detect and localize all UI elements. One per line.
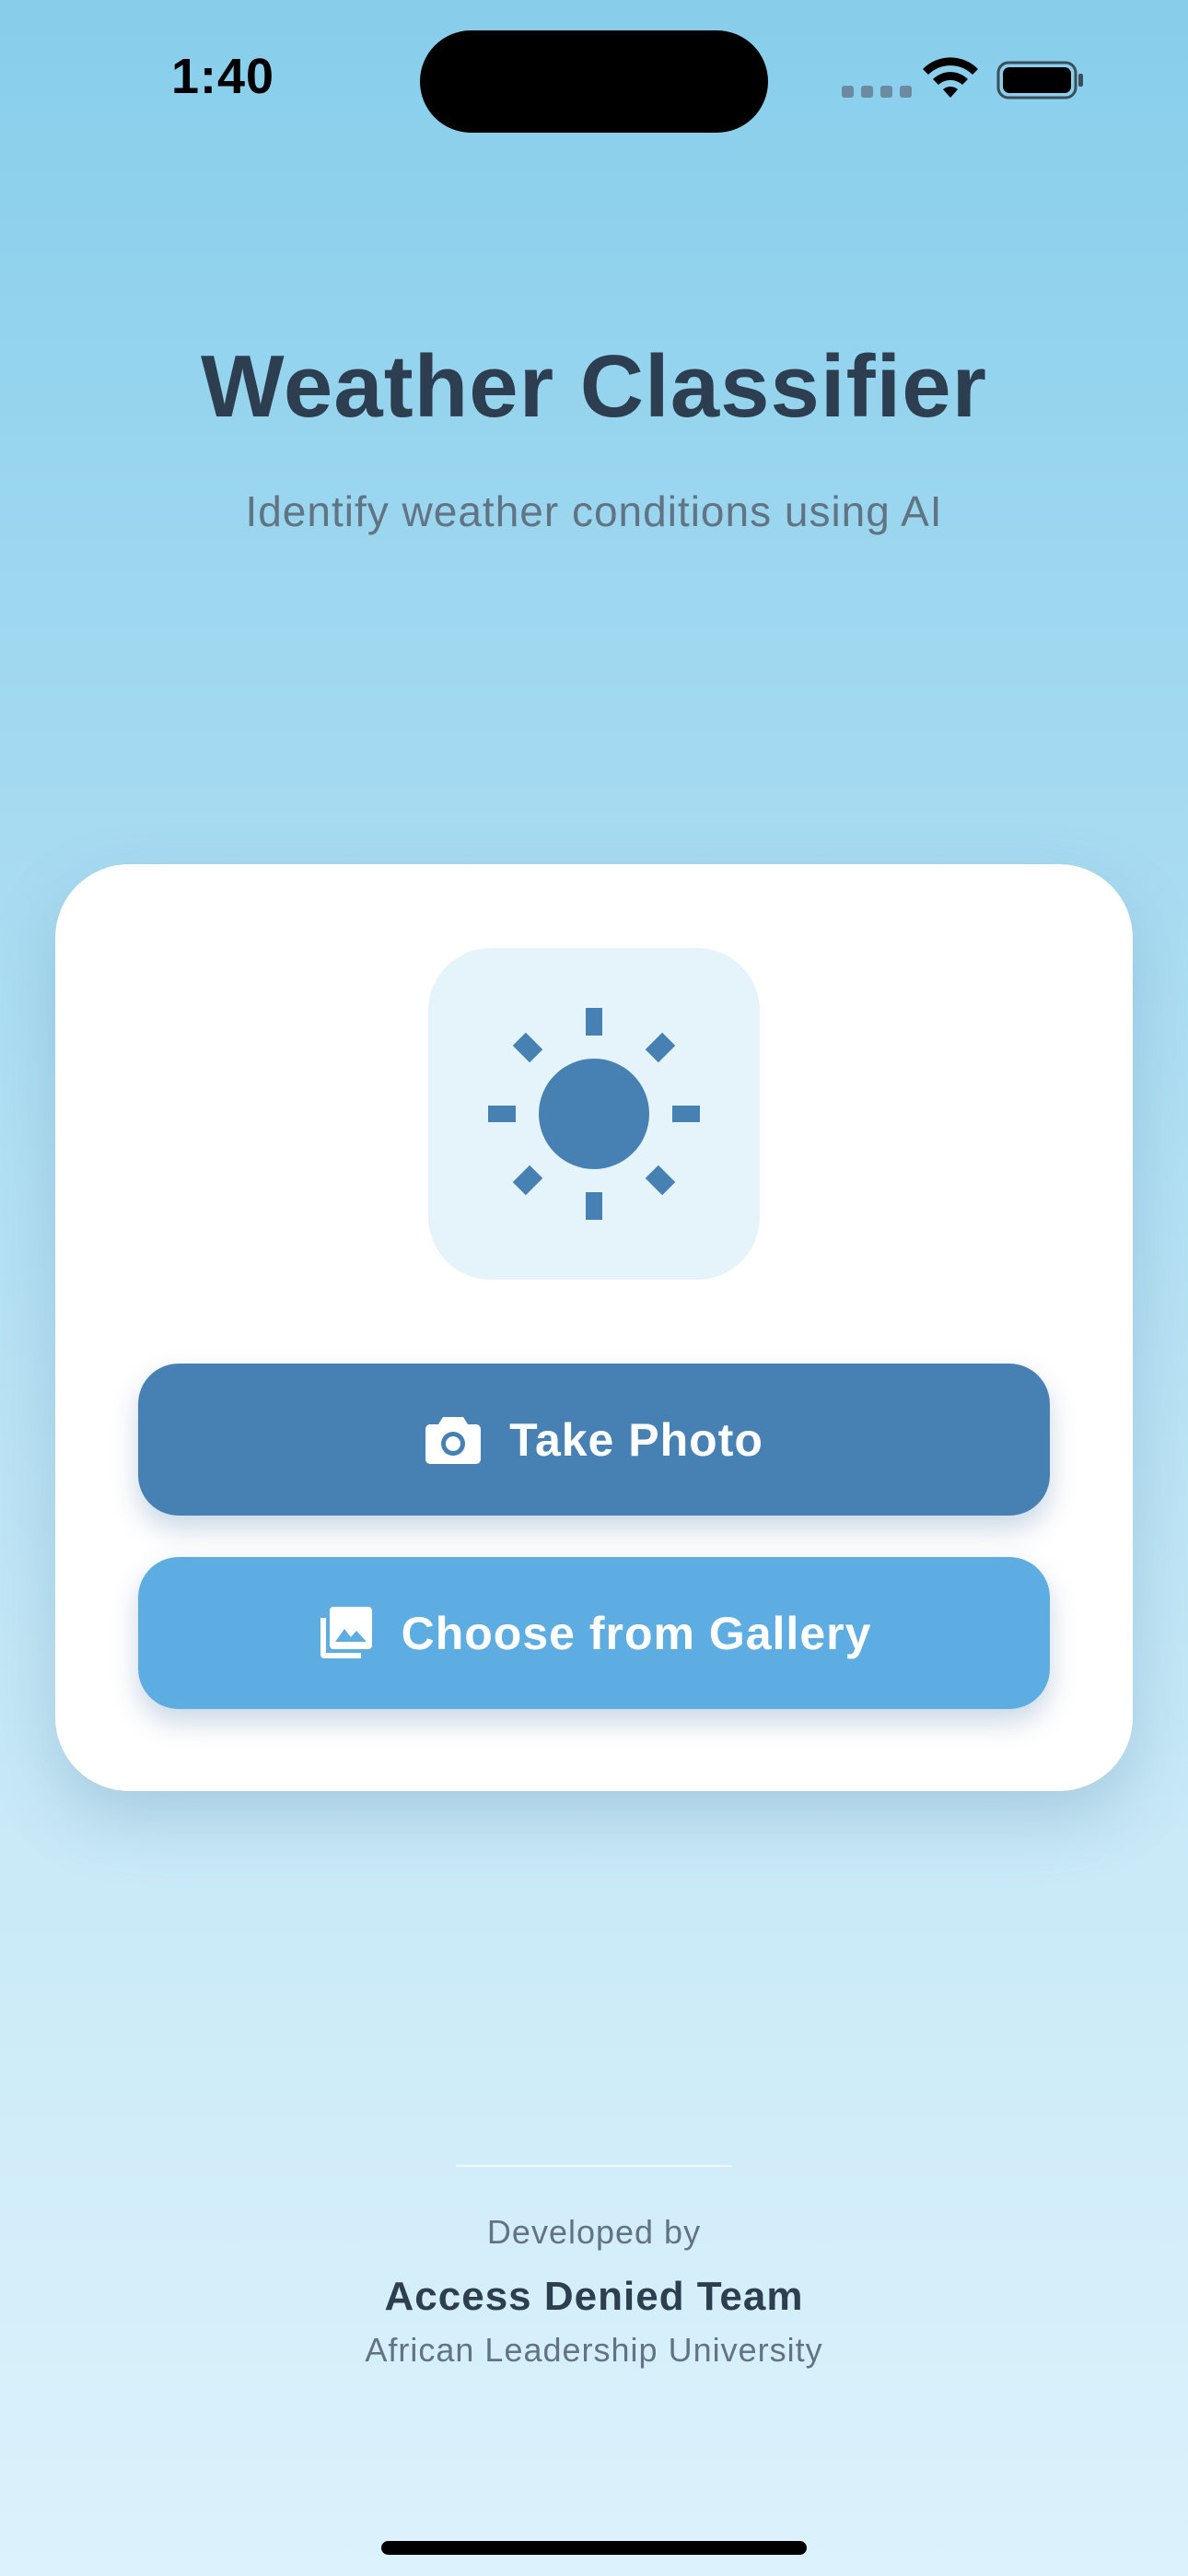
choose-gallery-label: Choose from Gallery: [401, 1607, 872, 1659]
wifi-icon: [923, 57, 978, 98]
footer-divider: [456, 2165, 732, 2167]
developed-by-label: Developed by: [486, 2213, 702, 2251]
sun-icon: [488, 1008, 700, 1220]
university-name: African Leadership University: [365, 2331, 823, 2369]
take-photo-button[interactable]: Take Photo: [138, 1364, 1050, 1516]
status-time: 1:40: [171, 49, 275, 104]
dynamic-island: [420, 30, 768, 133]
page-title: Weather Classifier: [201, 337, 987, 436]
team-name: Access Denied Team: [384, 2274, 804, 2319]
take-photo-label: Take Photo: [509, 1413, 763, 1466]
classifier-card: Take Photo Choose from Gallery: [55, 864, 1133, 1791]
battery-icon: [996, 61, 1083, 100]
cellular-icon: [842, 86, 912, 98]
weather-icon-tile: [428, 948, 760, 1280]
camera-icon: [425, 1416, 482, 1464]
home-indicator[interactable]: [381, 2541, 807, 2555]
choose-gallery-button[interactable]: Choose from Gallery: [138, 1557, 1050, 1709]
gallery-icon: [320, 1606, 372, 1658]
page-subtitle: Identify weather conditions using AI: [245, 487, 943, 535]
